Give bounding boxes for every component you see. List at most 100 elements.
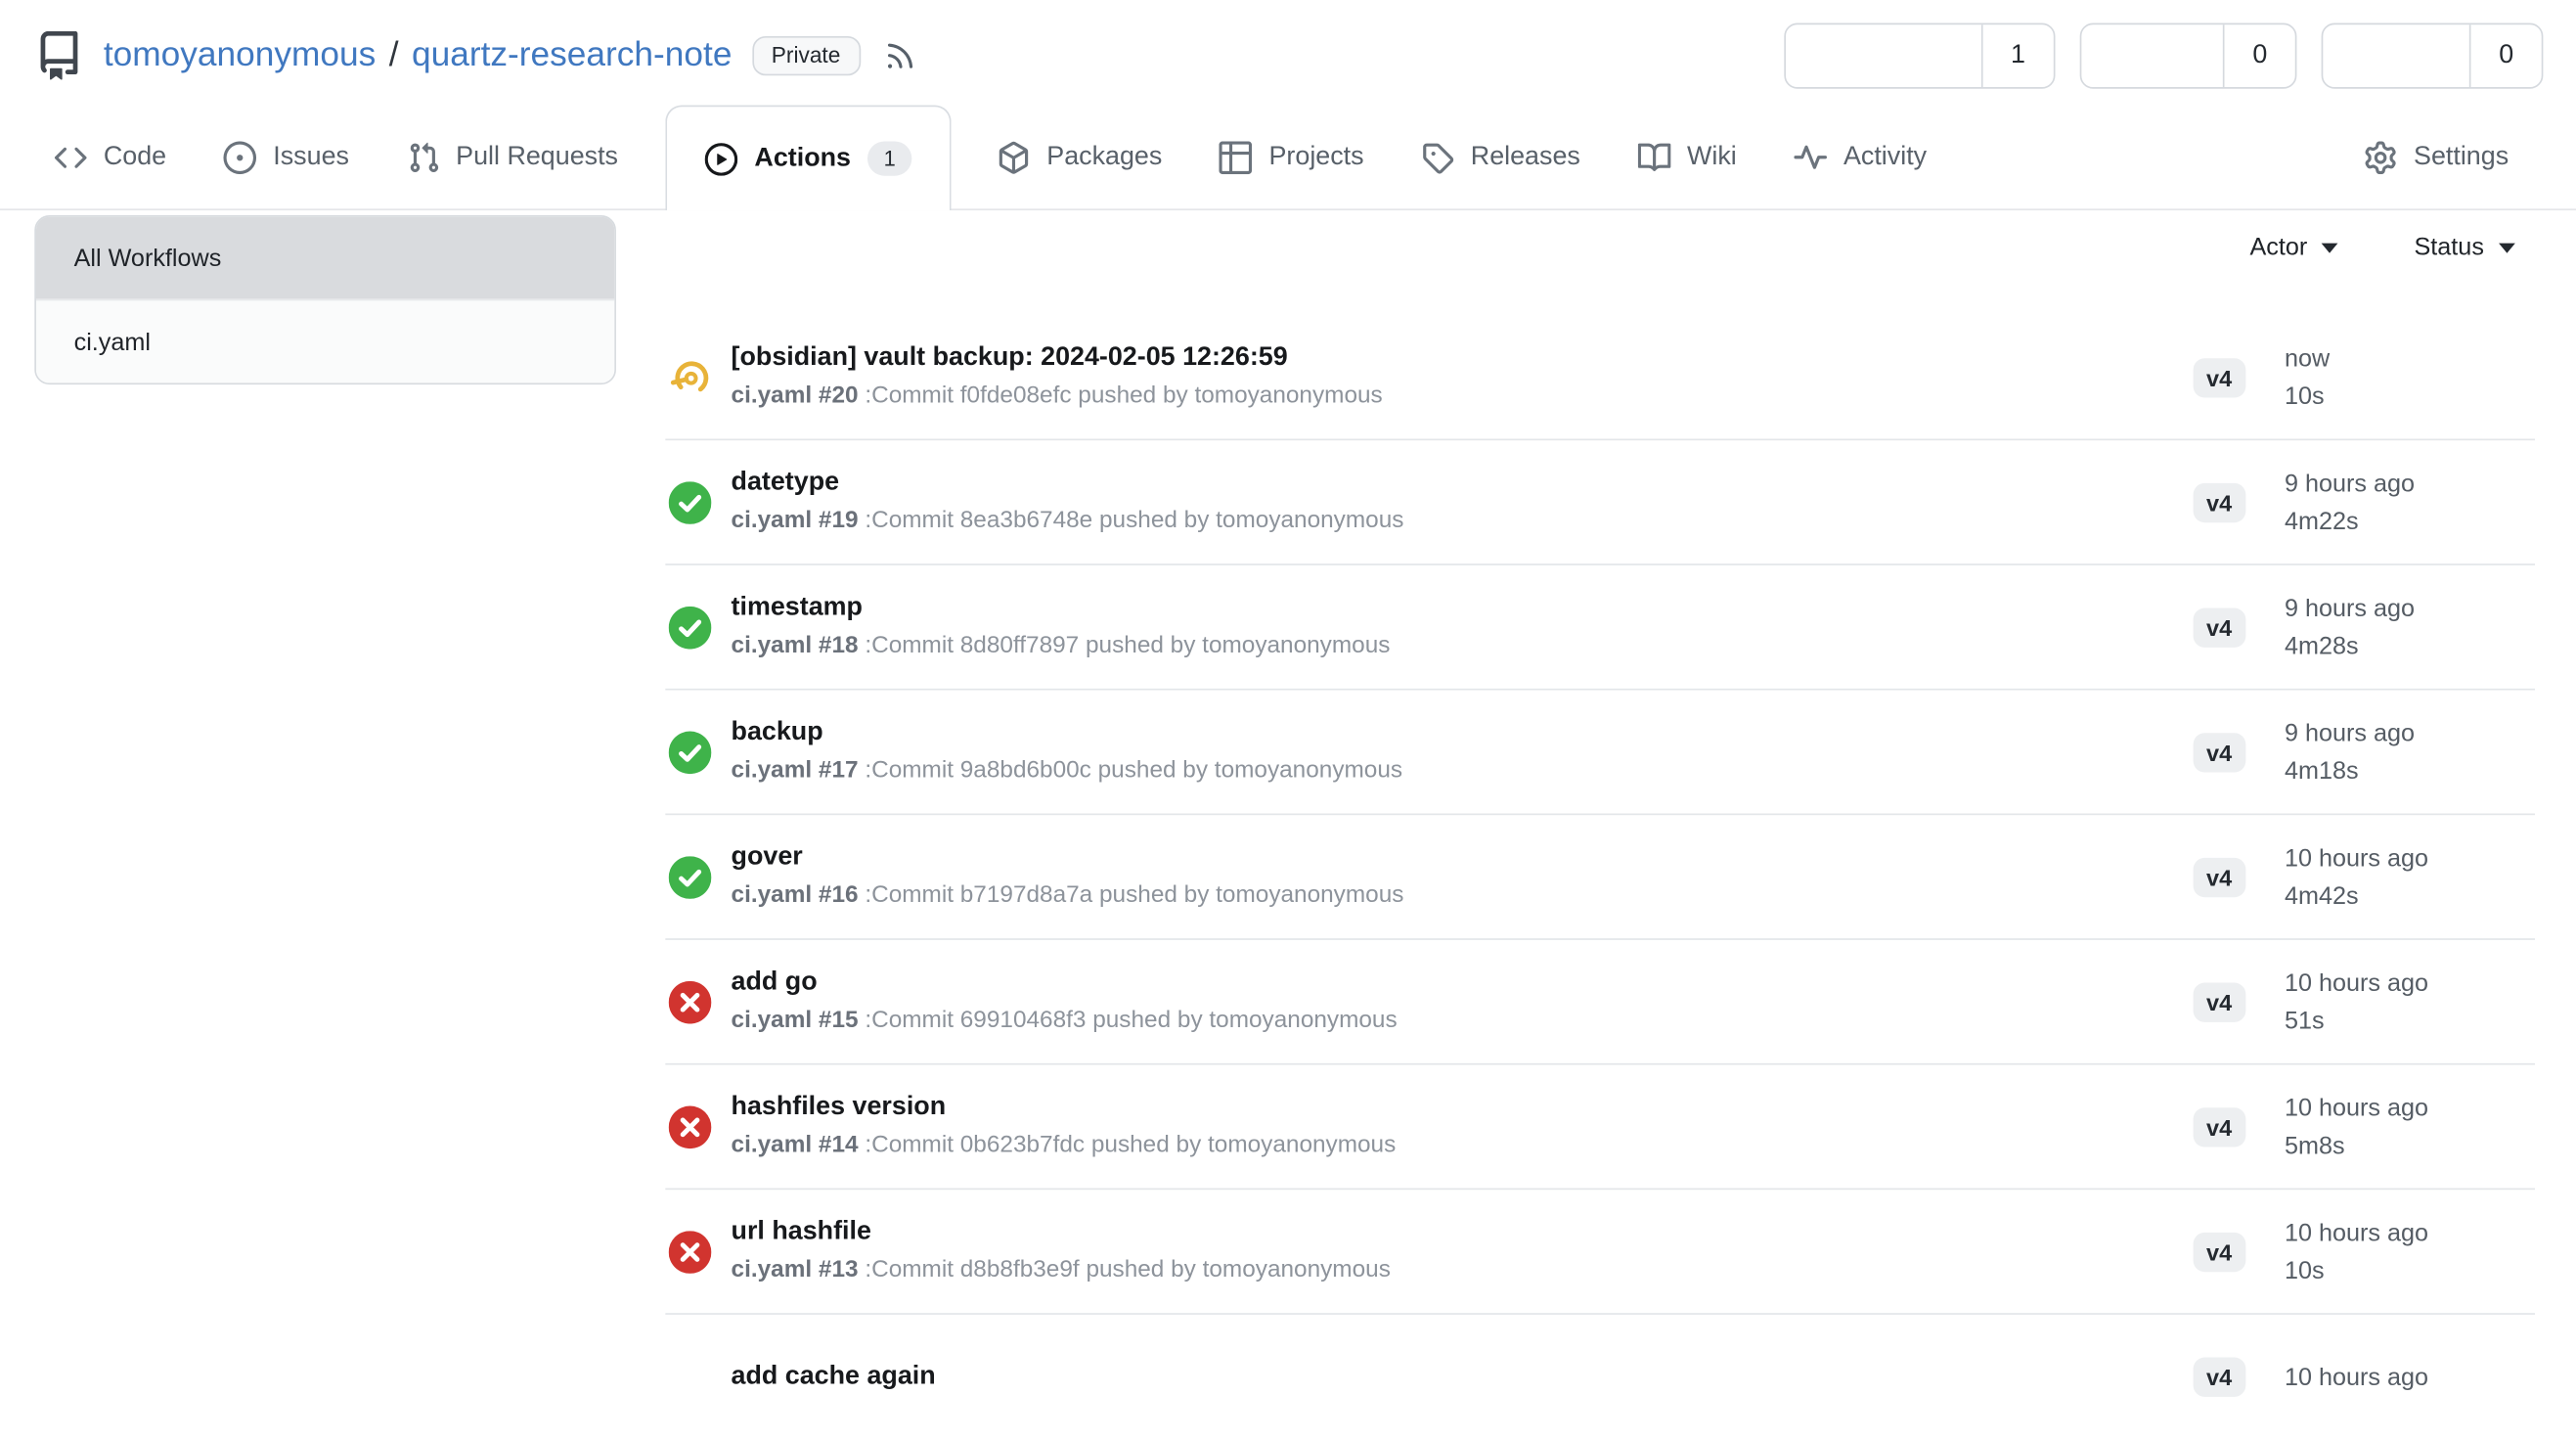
- run-main: url hashfile ci.yaml #13 :Commit d8b8fb3…: [732, 1219, 1391, 1284]
- run-subtitle: ci.yaml #14 :Commit 0b623b7fdc pushed by…: [732, 1132, 1397, 1159]
- run-description: :Commit 0b623b7fdc pushed by tomoyanonym…: [859, 1132, 1397, 1158]
- watchers-count[interactable]: 1: [1981, 24, 2054, 87]
- run-time-line: 10 hours ago: [2270, 1219, 2428, 1247]
- tab-settings[interactable]: Settings: [2365, 106, 2509, 209]
- run-times: 9 hours ago 4m22s: [2270, 470, 2415, 535]
- run-title-link[interactable]: gover: [732, 844, 1404, 875]
- run-title-link[interactable]: [obsidian] vault backup: 2024-02-05 12:2…: [732, 344, 1383, 375]
- run-meta: v4 10 hours ago: [2194, 1358, 2535, 1397]
- repo-owner-link[interactable]: tomoyanonymous: [104, 36, 376, 75]
- run-main: datetype ci.yaml #19 :Commit 8ea3b6748e …: [732, 470, 1404, 535]
- run-title-link[interactable]: hashfiles version: [732, 1094, 1397, 1124]
- run-description: :Commit 8d80ff7897 pushed by tomoyanonym…: [859, 633, 1391, 659]
- status-filter-dropdown[interactable]: Status: [2414, 234, 2514, 262]
- run-status-icon: [669, 1230, 712, 1273]
- tab-projects-label: Projects: [1269, 142, 1364, 171]
- workflow-run-row: hashfiles version ci.yaml #14 :Commit 0b…: [665, 1065, 2535, 1191]
- run-main: gover ci.yaml #16 :Commit b7197d8a7a pus…: [732, 844, 1404, 910]
- run-duration: 10s: [2285, 382, 2325, 411]
- run-status-icon: [669, 480, 712, 523]
- run-subtitle: ci.yaml #13 :Commit d8b8fb3e9f pushed by…: [732, 1257, 1391, 1284]
- run-time: 10 hours ago: [2285, 968, 2428, 997]
- run-workflow-ref: ci.yaml #13: [732, 1257, 859, 1283]
- tab-activity[interactable]: Activity: [1795, 106, 1928, 209]
- fork-button-main[interactable]: Fork: [2323, 24, 2469, 89]
- run-times: 9 hours ago 4m28s: [2270, 594, 2415, 659]
- run-title-link[interactable]: backup: [732, 719, 1403, 749]
- run-subtitle: ci.yaml #18 :Commit 8d80ff7897 pushed by…: [732, 633, 1391, 660]
- run-title-link[interactable]: add cache again: [732, 1362, 936, 1392]
- workflow-run-row: [obsidian] vault backup: 2024-02-05 12:2…: [665, 316, 2535, 441]
- run-duration: 4m42s: [2285, 881, 2359, 910]
- run-meta: v4 10 hours ago 51s: [2194, 968, 2535, 1034]
- tab-packages[interactable]: Packages: [998, 106, 1162, 209]
- sidebar-item-ci-yaml[interactable]: ci.yaml: [36, 299, 614, 383]
- run-time-line: 9 hours ago: [2270, 470, 2415, 498]
- github-actions-page: tomoyanonymous / quartz-research-note Pr…: [0, 0, 2576, 1354]
- run-duration-line: 4m22s: [2270, 507, 2415, 535]
- run-time: 9 hours ago: [2285, 719, 2415, 747]
- run-status-icon: [669, 855, 712, 898]
- sidebar-item-all-workflows[interactable]: All Workflows: [36, 217, 614, 299]
- run-duration-line: 51s: [2270, 1007, 2428, 1035]
- stars-count[interactable]: 0: [2223, 24, 2295, 87]
- fork-button: Fork 0: [2322, 23, 2544, 89]
- forks-count[interactable]: 0: [2469, 24, 2542, 87]
- run-duration-line: 4m42s: [2270, 881, 2428, 910]
- project-icon: [1220, 141, 1253, 174]
- repo-name-link[interactable]: quartz-research-note: [412, 36, 732, 75]
- run-meta: v4 10 hours ago 4m42s: [2194, 844, 2535, 910]
- run-version-badge: v4: [2194, 482, 2245, 521]
- workflow-run-row: add go ci.yaml #15 :Commit 69910468f3 pu…: [665, 940, 2535, 1065]
- actor-filter-dropdown[interactable]: Actor: [2249, 234, 2338, 262]
- run-times: 10 hours ago 4m42s: [2270, 844, 2428, 910]
- tag-icon: [1421, 141, 1454, 174]
- tab-actions[interactable]: Actions 1: [666, 106, 952, 211]
- tab-pull-requests[interactable]: Pull Requests: [407, 106, 618, 209]
- run-duration-line: 4m28s: [2270, 632, 2415, 660]
- run-title-link[interactable]: url hashfile: [732, 1219, 1391, 1249]
- run-meta: v4 9 hours ago 4m28s: [2194, 594, 2535, 659]
- tab-packages-label: Packages: [1046, 142, 1162, 171]
- run-workflow-ref: ci.yaml #19: [732, 508, 859, 534]
- breadcrumb-separator: /: [389, 36, 399, 75]
- run-main: backup ci.yaml #17 :Commit 9a8bd6b00c pu…: [732, 719, 1403, 785]
- run-status-icon: [669, 606, 712, 649]
- chevron-down-icon: [2322, 243, 2338, 252]
- tab-actions-label: Actions: [754, 144, 851, 173]
- run-duration: 10s: [2285, 1256, 2325, 1284]
- tab-code-label: Code: [104, 142, 166, 171]
- run-workflow-ref: ci.yaml #16: [732, 882, 859, 909]
- run-subtitle: ci.yaml #17 :Commit 9a8bd6b00c pushed by…: [732, 757, 1403, 785]
- run-version-badge: v4: [2194, 857, 2245, 896]
- tab-wiki[interactable]: Wiki: [1638, 106, 1737, 209]
- run-main: hashfiles version ci.yaml #14 :Commit 0b…: [732, 1094, 1397, 1159]
- tab-wiki-label: Wiki: [1687, 142, 1737, 171]
- run-title-link[interactable]: add go: [732, 968, 1398, 999]
- unwatch-button-main[interactable]: Unwatch: [1785, 24, 1980, 89]
- run-title-link[interactable]: timestamp: [732, 594, 1391, 624]
- star-button-main[interactable]: Star: [2081, 24, 2223, 89]
- run-status-icon: [669, 980, 712, 1023]
- run-duration: 4m18s: [2285, 757, 2359, 786]
- run-title-link[interactable]: datetype: [732, 470, 1404, 500]
- run-version-badge: v4: [2194, 732, 2245, 771]
- tab-code[interactable]: Code: [54, 106, 166, 209]
- package-icon: [998, 141, 1031, 174]
- run-version-badge: v4: [2194, 1232, 2245, 1271]
- run-time-line: 9 hours ago: [2270, 719, 2415, 747]
- run-subtitle: ci.yaml #16 :Commit b7197d8a7a pushed by…: [732, 882, 1404, 910]
- repo-header: tomoyanonymous / quartz-research-note Pr…: [0, 0, 2576, 106]
- run-meta: v4 10 hours ago 10s: [2194, 1219, 2535, 1284]
- rss-feed-icon[interactable]: [883, 39, 916, 72]
- run-version-badge: v4: [2194, 1358, 2245, 1397]
- run-times: now 10s: [2270, 344, 2330, 410]
- tab-releases[interactable]: Releases: [1421, 106, 1579, 209]
- run-time: 10 hours ago: [2285, 844, 2428, 873]
- run-duration: 4m28s: [2285, 632, 2359, 660]
- run-time: 9 hours ago: [2285, 594, 2415, 622]
- tab-projects[interactable]: Projects: [1220, 106, 1363, 209]
- run-subtitle: ci.yaml #19 :Commit 8ea3b6748e pushed by…: [732, 508, 1404, 535]
- all-workflows-label: All Workflows: [74, 244, 222, 272]
- tab-issues[interactable]: Issues: [224, 106, 349, 209]
